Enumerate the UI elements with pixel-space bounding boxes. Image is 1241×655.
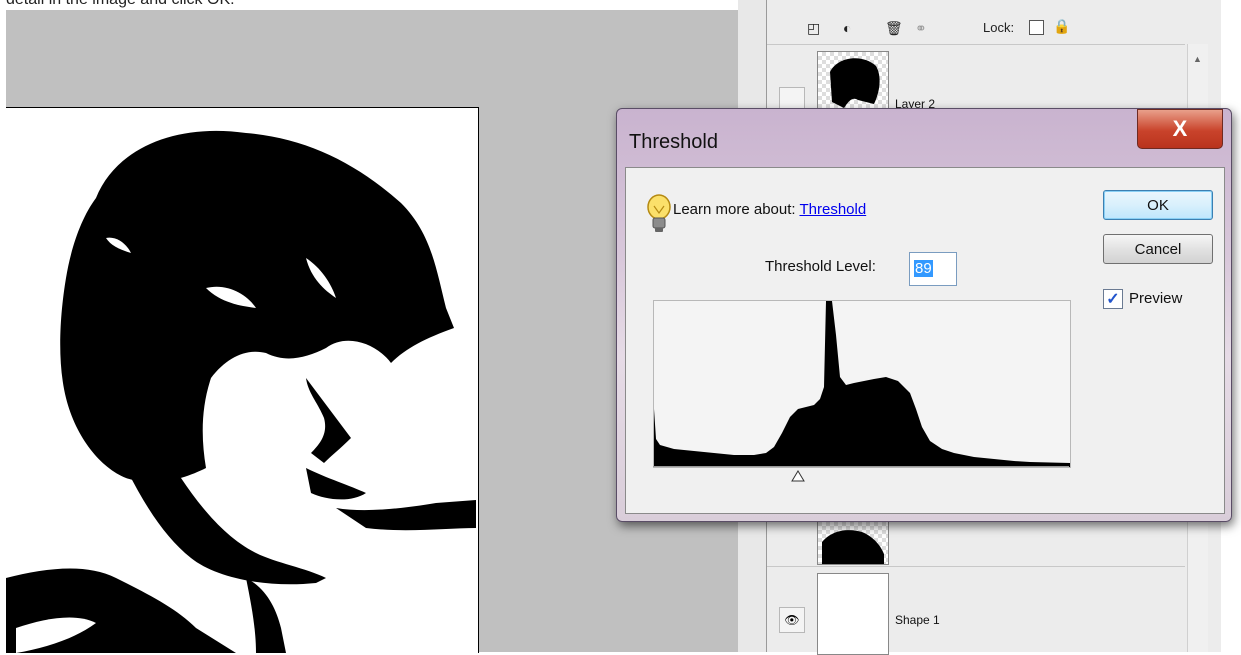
- layers-toolbar: ◰ ◐ 🗑 ⚭ Lock: 🔒: [777, 10, 1207, 40]
- lightbulb-icon: [647, 194, 671, 232]
- layer-thumbnail: [817, 573, 889, 655]
- threshold-help-link[interactable]: Threshold: [799, 201, 866, 218]
- link-layers-icon[interactable]: ◰: [807, 20, 820, 37]
- learn-more-label: Learn more about:: [673, 201, 796, 218]
- scroll-up-arrow-icon[interactable]: ▲: [1193, 54, 1202, 64]
- threshold-level-value: 89: [914, 260, 933, 277]
- lock-transparency-icon[interactable]: [1029, 20, 1044, 35]
- threshold-slider-handle-icon[interactable]: [791, 470, 805, 482]
- histogram-graph: [654, 301, 1070, 467]
- lock-all-icon[interactable]: 🔒: [1053, 18, 1070, 35]
- chain-link-icon[interactable]: ⚭: [915, 20, 927, 37]
- threshold-dialog: Threshold X Learn more about: Threshold …: [616, 108, 1232, 522]
- eye-icon[interactable]: 👁: [779, 607, 805, 633]
- preview-checkbox[interactable]: ✓: [1103, 289, 1123, 309]
- learn-more-text: Learn more about: Threshold: [673, 201, 866, 218]
- threshold-level-input[interactable]: 89: [909, 252, 957, 286]
- preview-label: Preview: [1129, 290, 1183, 307]
- threshold-slider-track[interactable]: [653, 466, 1069, 467]
- ok-button[interactable]: OK: [1103, 190, 1213, 220]
- cancel-button[interactable]: Cancel: [1103, 234, 1213, 264]
- threshold-level-label: Threshold Level:: [765, 258, 876, 275]
- histogram-panel: [653, 300, 1071, 468]
- layer-name: Shape 1: [895, 613, 940, 627]
- instruction-caption: detail in the image and click OK.: [6, 0, 235, 9]
- close-button[interactable]: X: [1137, 109, 1223, 149]
- image-canvas[interactable]: [6, 107, 479, 653]
- threshold-portrait-image: [6, 108, 478, 653]
- lock-label: Lock:: [983, 20, 1015, 35]
- adjustment-layer-icon[interactable]: ◐: [843, 20, 851, 36]
- layer-row[interactable]: 👁 Shape 1: [767, 566, 1185, 655]
- trash-icon[interactable]: 🗑: [885, 20, 903, 37]
- dialog-title: Threshold: [629, 131, 718, 153]
